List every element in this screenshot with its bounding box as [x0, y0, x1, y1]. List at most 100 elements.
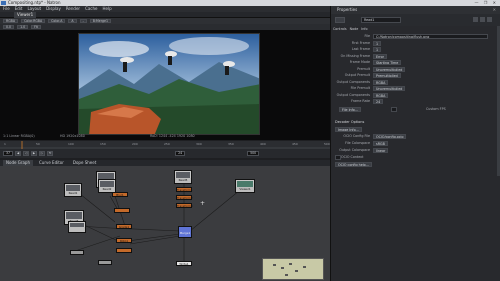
alpha-select[interactable]: Color.A	[48, 19, 66, 23]
property-value[interactable]: RGBA	[373, 79, 389, 85]
custom-fps-checkbox[interactable]	[391, 107, 397, 112]
property-value[interactable]: Error	[373, 53, 388, 59]
property-value[interactable]: Unpremultiplied	[373, 66, 406, 72]
timeline-tick-label: 350	[228, 142, 234, 146]
node-name-field[interactable]: Read1	[361, 17, 401, 23]
properties-panel: Controls Node Info File C:/Natron/composi…	[330, 26, 500, 281]
a-input-select[interactable]: A	[68, 19, 77, 23]
property-value[interactable]: 1	[373, 40, 382, 46]
b-input-select[interactable]: B:Merge1	[89, 19, 111, 23]
zoom-select[interactable]: Fit	[31, 25, 41, 29]
decoder-options-title: Decoder Options	[335, 120, 365, 124]
tab-controls[interactable]: Controls	[333, 27, 347, 31]
end-frame-field[interactable]: 500	[247, 151, 260, 156]
properties-header: Properties ✕	[330, 6, 500, 14]
decoder-value[interactable]: OCIO/config.ocio	[373, 134, 407, 139]
next-frame-button[interactable]: ▷	[39, 151, 46, 156]
viewer-image	[78, 33, 260, 135]
node-read5[interactable]: Read5	[174, 170, 192, 184]
timeline-tick-label: 500	[324, 142, 330, 146]
node-graph-minimap[interactable]	[262, 258, 324, 280]
viewer-info-resolution: HD 1920x1080	[60, 134, 85, 138]
channels-select[interactable]: Color.RGBA	[21, 19, 46, 23]
node-transform-low[interactable]	[116, 248, 132, 253]
redo-icon[interactable]	[487, 17, 492, 22]
timeline-ruler[interactable]: 1 50 100 150 200 250 300 350 400 450 500	[0, 141, 330, 149]
file-info-row: File Info... Custom FPS	[331, 106, 500, 113]
property-value[interactable]: Unpremultiplied	[373, 86, 406, 91]
undo-icon[interactable]	[480, 17, 485, 22]
timeline-tick-label: 200	[132, 142, 138, 146]
node-blur1[interactable]: Blur1	[112, 192, 128, 197]
file-info-button[interactable]: File Info...	[339, 107, 361, 112]
app-icon	[1, 1, 6, 5]
timeline-tick-label: 100	[68, 142, 74, 146]
decoder-row: File Colorspace sRGB	[331, 140, 500, 147]
composite-image	[79, 34, 259, 134]
node-transform2[interactable]: Transform2	[176, 195, 193, 200]
node-grade1[interactable]: Grade1	[116, 224, 132, 229]
timeline-tick-label: 250	[164, 142, 170, 146]
play-button[interactable]: ▶	[31, 151, 38, 156]
node-dot-2[interactable]	[98, 260, 112, 265]
properties-tabs: Controls Node Info	[333, 27, 368, 31]
loop-button[interactable]: ⟲	[47, 151, 54, 156]
property-value[interactable]: 24	[373, 99, 384, 104]
decoder-value[interactable]: sRGB	[373, 141, 388, 146]
decoder-label: OCIO Config File	[343, 134, 370, 138]
fps-field[interactable]: 24	[175, 151, 186, 156]
node-read1[interactable]: Read1	[64, 183, 82, 197]
custom-fps-label: Custom FPS	[426, 107, 446, 111]
timeline-tick-label: 400	[260, 142, 266, 146]
property-label: Frame Rate	[351, 99, 370, 103]
timeline-tick-label: 150	[100, 142, 106, 146]
minimap-node	[295, 270, 298, 272]
node-transform-mid[interactable]	[114, 208, 130, 213]
node-roto1[interactable]: Roto1	[116, 238, 132, 243]
play-backward-button[interactable]: ◀	[15, 151, 22, 156]
property-value[interactable]: Starting Time	[373, 60, 402, 65]
property-value[interactable]: Premultiplied	[373, 73, 401, 78]
node-transform1[interactable]: Transform1	[176, 187, 193, 192]
close-icon[interactable]: ✕	[493, 6, 496, 14]
layer-select[interactable]: RGBA	[3, 19, 19, 23]
timeline-tick-label: 300	[196, 142, 202, 146]
cursor-crosshair-icon: +	[200, 200, 206, 207]
prev-frame-button[interactable]: ◁	[23, 151, 30, 156]
composite-select[interactable]: -	[79, 19, 87, 23]
property-value[interactable]: 1	[373, 47, 382, 52]
gamma-field[interactable]: 1.0	[17, 25, 29, 29]
file-path-field[interactable]: C:/Natron/compositing/flush.png	[373, 34, 488, 39]
color-swatch-icon[interactable]	[473, 17, 478, 22]
minimap-node	[303, 266, 306, 268]
viewer-info-left: 1:1 Linear RGBA(0)	[3, 134, 35, 138]
tab-node[interactable]: Node	[350, 27, 359, 31]
minimap-node	[273, 264, 276, 266]
tab-info[interactable]: Info	[361, 27, 367, 31]
image-info-button[interactable]: Image Info...	[335, 127, 362, 132]
properties-tool-icons	[473, 17, 492, 22]
image-info-row: Image Info...	[331, 126, 500, 133]
ocio-help-row: OCIO config help...	[331, 161, 500, 168]
minimap-node	[281, 267, 284, 269]
property-value[interactable]: RGBA	[373, 92, 389, 98]
current-frame-field[interactable]: 37	[3, 151, 14, 156]
timeline-tick-label: 1	[4, 142, 6, 146]
node-write1[interactable]: Write1	[176, 261, 192, 266]
properties-title: Properties	[337, 7, 358, 12]
minimap-node	[285, 274, 288, 276]
clear-panels-icon[interactable]	[335, 17, 345, 23]
gain-field[interactable]: 0.0	[3, 25, 15, 29]
viewer-info-rod: RoD: 1244 -424 1920 1080	[150, 134, 195, 138]
node-dot[interactable]	[70, 250, 84, 255]
node-thumbnail	[66, 212, 82, 219]
ocio-help-button[interactable]: OCIO config help...	[335, 162, 372, 167]
node-read2[interactable]: Read2	[98, 179, 116, 193]
node-viewer1[interactable]: Viewer1	[235, 179, 255, 193]
ocio-context-label: OCIO Context	[341, 155, 364, 159]
node-read-extra[interactable]	[68, 221, 86, 233]
node-merge1[interactable]: Merge1	[178, 226, 192, 238]
viewer-info-bar: 1:1 Linear RGBA(0) HD 1920x1080 RoD: 124…	[0, 133, 330, 139]
decoder-value[interactable]: linear	[373, 148, 389, 153]
node-transform3[interactable]: Transform3	[176, 203, 193, 208]
